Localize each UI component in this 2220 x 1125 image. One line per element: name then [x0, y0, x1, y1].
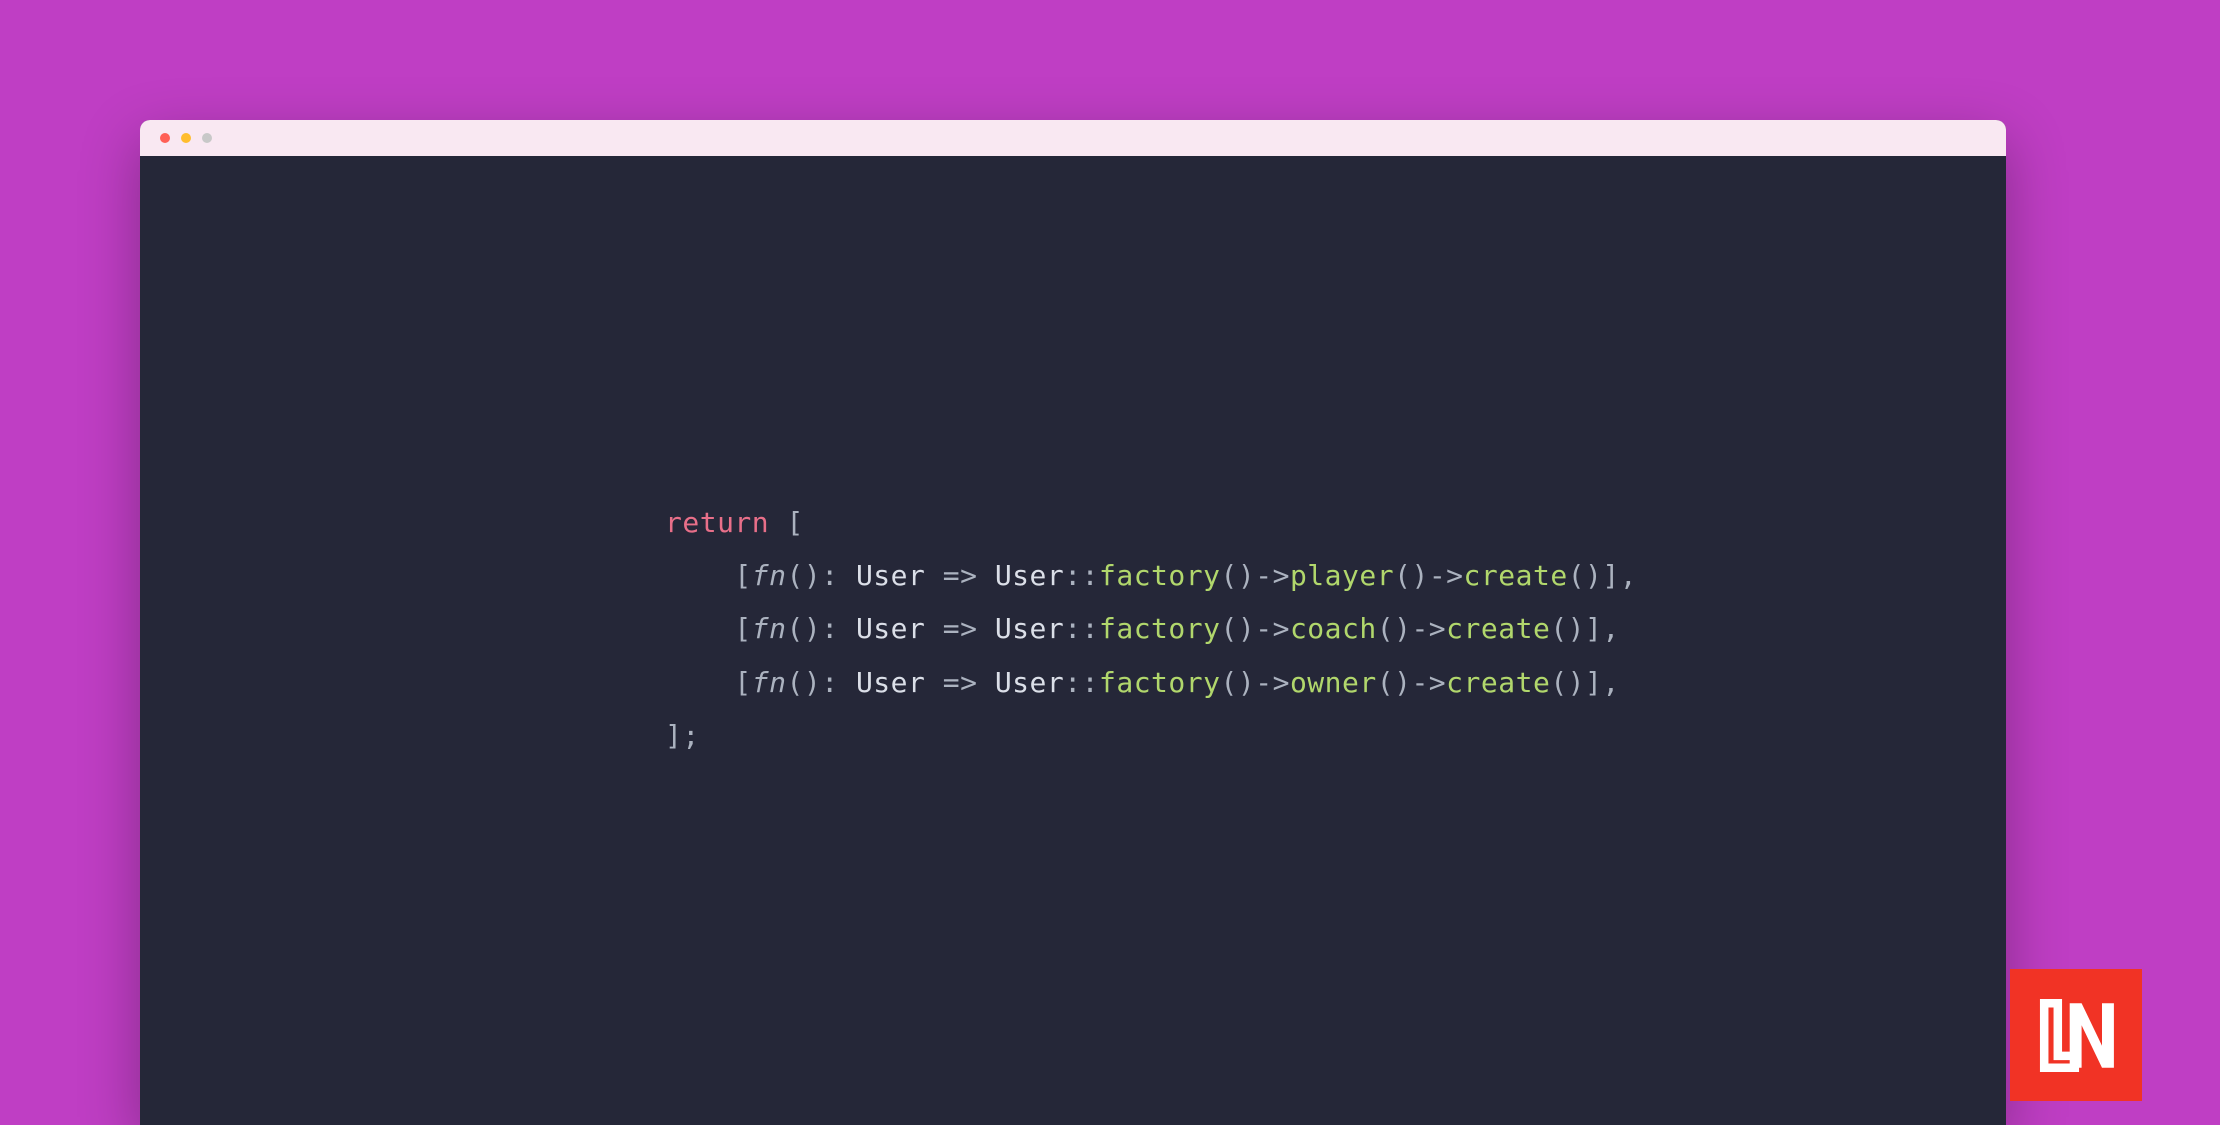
close-icon[interactable]	[160, 133, 170, 143]
code-line: [fn(): User => User::factory()->owner()-…	[665, 656, 2006, 709]
window-titlebar	[140, 120, 2006, 156]
close-bracket: ];	[665, 719, 700, 752]
code-line: [fn(): User => User::factory()->player()…	[665, 549, 2006, 602]
open-bracket: [	[769, 506, 804, 539]
code-line: ];	[665, 709, 2006, 762]
code-editor[interactable]: return [ [fn(): User => User::factory()-…	[140, 156, 2006, 762]
keyword-return: return	[665, 506, 769, 539]
brand-logo	[2010, 969, 2142, 1101]
ln-logo-icon	[2034, 993, 2119, 1078]
editor-window: return [ [fn(): User => User::factory()-…	[140, 120, 2006, 1125]
code-line: [fn(): User => User::factory()->coach()-…	[665, 602, 2006, 655]
minimize-icon[interactable]	[181, 133, 191, 143]
zoom-icon[interactable]	[202, 133, 212, 143]
code-line: return [	[665, 496, 2006, 549]
